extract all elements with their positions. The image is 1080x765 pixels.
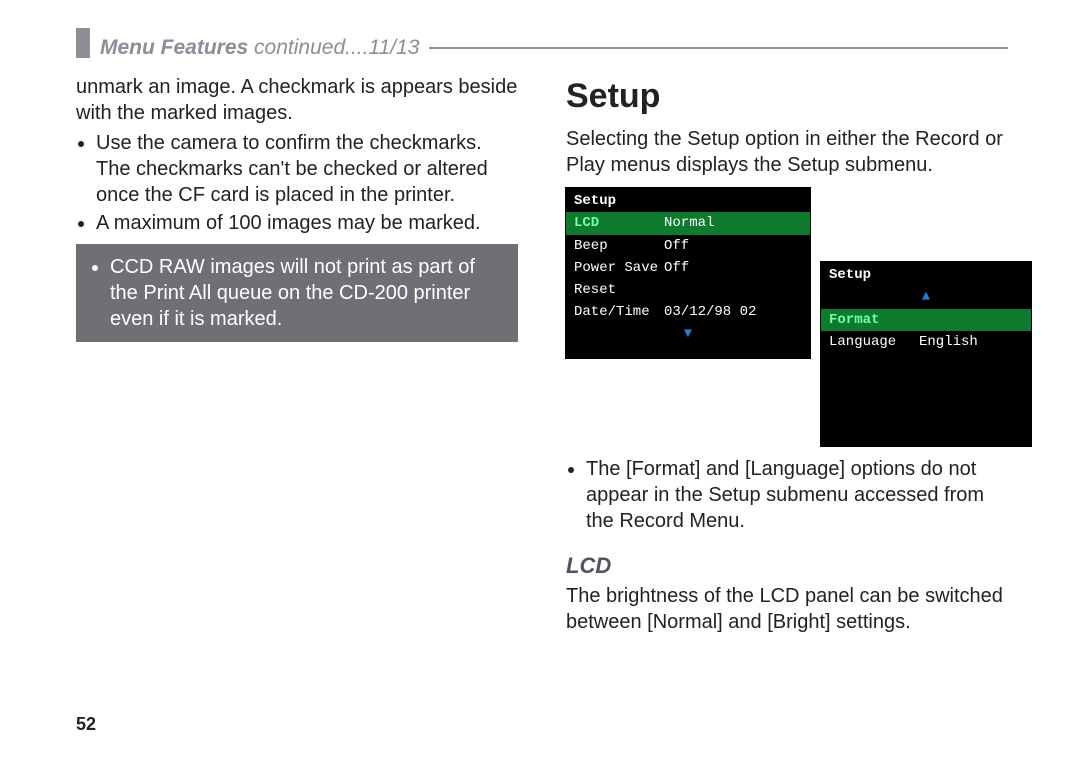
lcd-title: Setup (566, 188, 810, 212)
lcd-row-value: Off (664, 237, 802, 255)
lcd-row-value: Off (664, 259, 802, 277)
lcd-description: The brightness of the LCD panel can be s… (566, 583, 1008, 635)
lcd-screenshot-group: Setup LCD Normal Beep Off Power Save Off (566, 188, 1008, 448)
content-columns: unmark an image. A checkmark is appears … (76, 74, 1008, 639)
left-bullet-list: Use the camera to confirm the checkmarks… (76, 130, 518, 236)
lcd-row-value: 03/12/98 02 (664, 303, 802, 321)
setup-intro: Selecting the Setup option in either the… (566, 126, 1008, 178)
section-suffix: continued....11/13 (254, 36, 419, 59)
right-bullet-list: The [Format] and [Language] options do n… (566, 456, 1008, 534)
setup-heading: Setup (566, 74, 1008, 118)
lcd-row: Reset (566, 279, 810, 301)
left-column: unmark an image. A checkmark is appears … (76, 74, 518, 639)
left-bullet: Use the camera to confirm the checkmarks… (96, 130, 518, 208)
lcd-row-label: Power Save (574, 259, 664, 277)
manual-page: Menu Features continued....11/13 unmark … (0, 0, 1080, 765)
section-header: Menu Features continued....11/13 (76, 36, 1008, 60)
lcd-row: Language English (821, 331, 1031, 353)
right-column: Setup Selecting the Setup option in eith… (566, 74, 1008, 639)
lcd-row-value (919, 311, 1023, 329)
lcd-row: Beep Off (566, 235, 810, 257)
lcd-setup-secondary: Setup ▲ Format Language English (821, 262, 1031, 446)
lcd-row-label: Date/Time (574, 303, 664, 321)
right-bullet: The [Format] and [Language] options do n… (586, 456, 1008, 534)
lcd-row: Date/Time 03/12/98 02 (566, 301, 810, 323)
lcd-row-value: Normal (664, 214, 802, 232)
header-accent-bar (76, 28, 90, 58)
down-arrow-icon: ▼ (566, 323, 810, 345)
note-box: CCD RAW images will not print as part of… (76, 244, 518, 342)
lcd-row: Format (821, 309, 1031, 331)
lcd-row-label: Language (829, 333, 919, 351)
lcd-title: Setup (821, 262, 1031, 286)
lcd-row-label: Beep (574, 237, 664, 255)
lcd-setup-main: Setup LCD Normal Beep Off Power Save Off (566, 188, 810, 358)
lcd-row-value: English (919, 333, 1023, 351)
header-title: Menu Features continued....11/13 (94, 36, 425, 60)
up-arrow-icon: ▲ (821, 286, 1031, 308)
note-text: CCD RAW images will not print as part of… (110, 254, 504, 332)
left-intro: unmark an image. A checkmark is appears … (76, 74, 518, 126)
lcd-row-label: Reset (574, 281, 664, 299)
left-bullet: A maximum of 100 images may be marked. (96, 210, 518, 236)
section-name: Menu Features (100, 36, 248, 59)
lcd-subheading: LCD (566, 552, 1008, 581)
lcd-row: Power Save Off (566, 257, 810, 279)
lcd-row: LCD Normal (566, 212, 810, 234)
header-rule-line (429, 47, 1008, 49)
lcd-row-label: LCD (574, 214, 664, 232)
page-number: 52 (76, 714, 96, 735)
lcd-row-label: Format (829, 311, 919, 329)
lcd-row-value (664, 281, 802, 299)
